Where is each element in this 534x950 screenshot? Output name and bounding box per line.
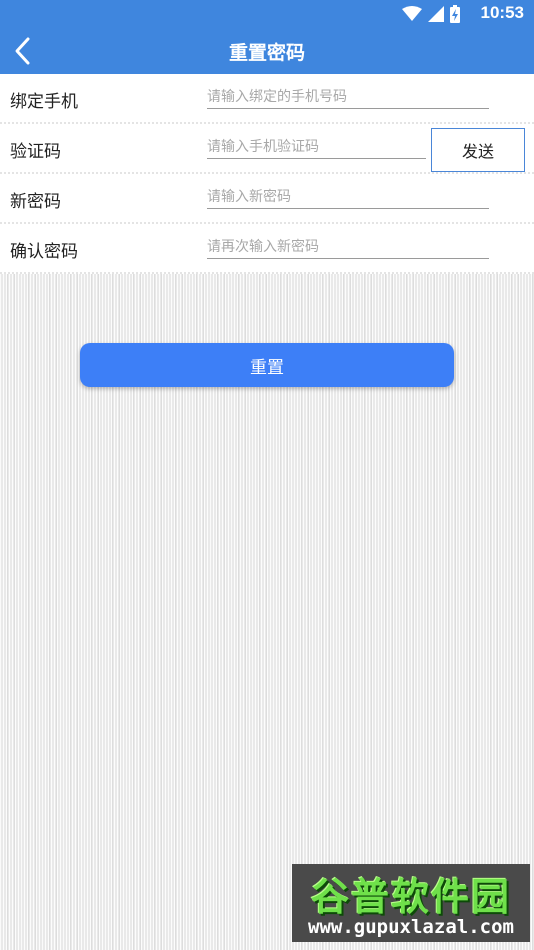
confirm-password-input[interactable] [207,236,489,259]
bind-phone-row: 绑定手机 [0,74,534,124]
battery-icon [450,5,460,23]
bind-phone-input[interactable] [207,86,489,109]
new-password-input[interactable] [207,186,489,209]
watermark-logo: 谷普软件园 www.gupuxlazal.com [292,864,530,942]
wifi-icon [402,6,422,21]
reset-password-form: 绑定手机 验证码 发送 新密码 确认密码 [0,74,534,274]
verification-code-input[interactable] [207,136,426,159]
app-bar: 重置密码 [0,28,534,74]
new-password-label: 新密码 [10,192,61,212]
verification-code-row: 验证码 发送 [0,124,534,174]
watermark-brand: 谷普软件园 [310,875,511,919]
reset-button[interactable]: 重置 [80,343,454,387]
verification-code-label: 验证码 [10,142,61,162]
status-icons [402,5,460,23]
confirm-password-row: 确认密码 [0,224,534,274]
watermark-url: www.gupuxlazal.com [308,916,514,938]
new-password-row: 新密码 [0,174,534,224]
signal-icon [428,6,444,22]
status-time: 10:53 [480,3,524,22]
send-code-button[interactable]: 发送 [431,128,525,172]
status-bar: 10:53 [0,0,534,28]
bind-phone-label: 绑定手机 [10,92,78,112]
page-title: 重置密码 [228,42,305,64]
confirm-password-label: 确认密码 [10,242,78,262]
